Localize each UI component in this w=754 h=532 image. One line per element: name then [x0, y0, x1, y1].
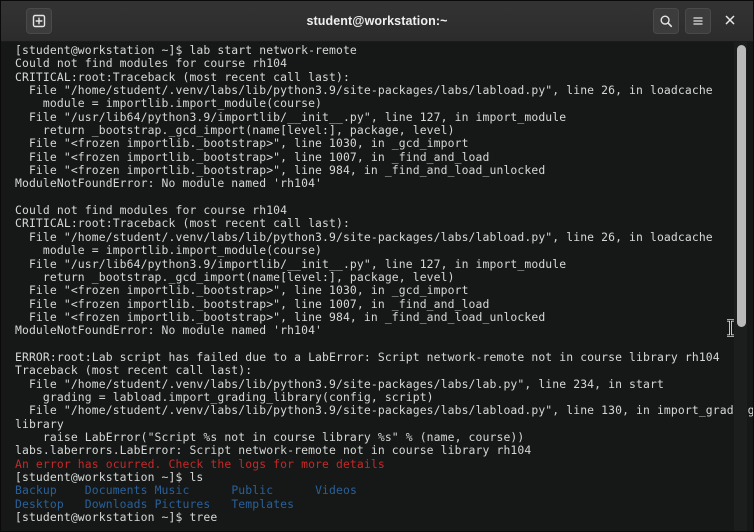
terminal-output-line: labs.laberrors.LabError: Script network-…	[15, 443, 532, 458]
new-tab-icon	[32, 14, 46, 28]
directory-entry: Public	[231, 483, 316, 498]
terminal-output-line: File "<frozen importlib._bootstrap>", li…	[15, 296, 490, 311]
terminal-output-line: CRITICAL:root:Traceback (most recent cal…	[15, 69, 350, 84]
terminal-error-line: An error has ocurred. Check the logs for…	[15, 456, 385, 471]
terminal-output-line: File "/home/student/.venv/labs/lib/pytho…	[15, 83, 713, 98]
terminal-output-line: Could not find modules for course rh104	[15, 56, 288, 71]
terminal-output-line: File "/usr/lib64/python3.9/importlib/__i…	[15, 109, 567, 124]
terminal-output-line: module = importlib.import_module(course)	[15, 96, 323, 111]
terminal-output-line: CRITICAL:root:Traceback (most recent cal…	[15, 216, 350, 231]
terminal-output-line: ModuleNotFoundError: No module named 'rh…	[15, 323, 323, 338]
directory-entry: Downloads	[84, 496, 155, 511]
terminal-output-line: ERROR:root:Lab script has failed due to …	[15, 349, 720, 364]
terminal-output-line: raise LabError("Script %s not in course …	[15, 429, 525, 444]
menu-button[interactable]	[685, 8, 711, 34]
terminal-window: student@workstation:~ [student@workstati…	[0, 0, 754, 532]
terminal-output-line: grading = labload.import_grading_library…	[15, 389, 434, 404]
terminal-command-line: [student@workstation ~]$ tree	[15, 510, 218, 525]
hamburger-menu-icon	[691, 14, 705, 28]
terminal-output-line: return _bootstrap._gcd_import(name[level…	[15, 123, 455, 138]
directory-entry: Pictures	[154, 496, 232, 511]
terminal-output-line: File "<frozen importlib._bootstrap>", li…	[15, 136, 469, 151]
terminal-output-line: File "<frozen importlib._bootstrap>", li…	[15, 309, 546, 324]
ls-output-row: Desktop Downloads Pictures Templates	[15, 496, 727, 511]
terminal-output-line: File "/usr/lib64/python3.9/importlib/__i…	[15, 256, 567, 271]
terminal-output-line: File "<frozen importlib._bootstrap>", li…	[15, 163, 546, 178]
terminal-output-line: Could not find modules for course rh104	[15, 203, 288, 218]
directory-entry: Desktop	[15, 496, 85, 511]
close-button[interactable]	[717, 8, 743, 34]
terminal-output-line: File "/home/student/.venv/labs/lib/pytho…	[15, 403, 753, 418]
terminal-command-line: [student@workstation ~]$ ls	[15, 470, 204, 484]
ls-output-row: Backup Documents Music Public Videos	[15, 484, 727, 497]
search-icon	[659, 14, 673, 28]
terminal-scrollbar-thumb[interactable]	[737, 45, 746, 327]
terminal-screen[interactable]: [student@workstation ~]$ lab start netwo…	[1, 42, 753, 531]
terminal-output-line: File "/home/student/.venv/labs/lib/pytho…	[15, 376, 664, 391]
close-icon	[724, 14, 736, 29]
titlebar[interactable]: student@workstation:~	[1, 1, 753, 42]
terminal-output-line: File "<frozen importlib._bootstrap>", li…	[15, 149, 490, 164]
directory-entry: Documents	[84, 483, 155, 498]
terminal-output-line: File "<frozen importlib._bootstrap>", li…	[15, 283, 469, 298]
window-title: student@workstation:~	[306, 14, 448, 28]
terminal-output-line: File "/home/student/.venv/labs/lib/pytho…	[15, 229, 713, 244]
new-terminal-button[interactable]	[26, 8, 52, 34]
search-button[interactable]	[653, 8, 679, 34]
directory-entry: Templates	[231, 496, 316, 511]
titlebar-buttons	[653, 8, 743, 34]
directory-entry: Videos	[315, 483, 385, 498]
directory-entry: Backup	[15, 483, 85, 498]
terminal-output-line: return _bootstrap._gcd_import(name[level…	[15, 269, 455, 284]
terminal-output-line: library	[15, 416, 64, 431]
terminal-output-line: ModuleNotFoundError: No module named 'rh…	[15, 176, 323, 191]
terminal-command-line: [student@workstation ~]$ lab start netwo…	[15, 43, 357, 57]
directory-entry: Music	[154, 483, 232, 498]
terminal-output-line: module = importlib.import_module(course)	[15, 243, 323, 258]
terminal-output: [student@workstation ~]$ lab start netwo…	[15, 43, 753, 525]
terminal-output-line: Traceback (most recent call last):	[15, 363, 253, 378]
